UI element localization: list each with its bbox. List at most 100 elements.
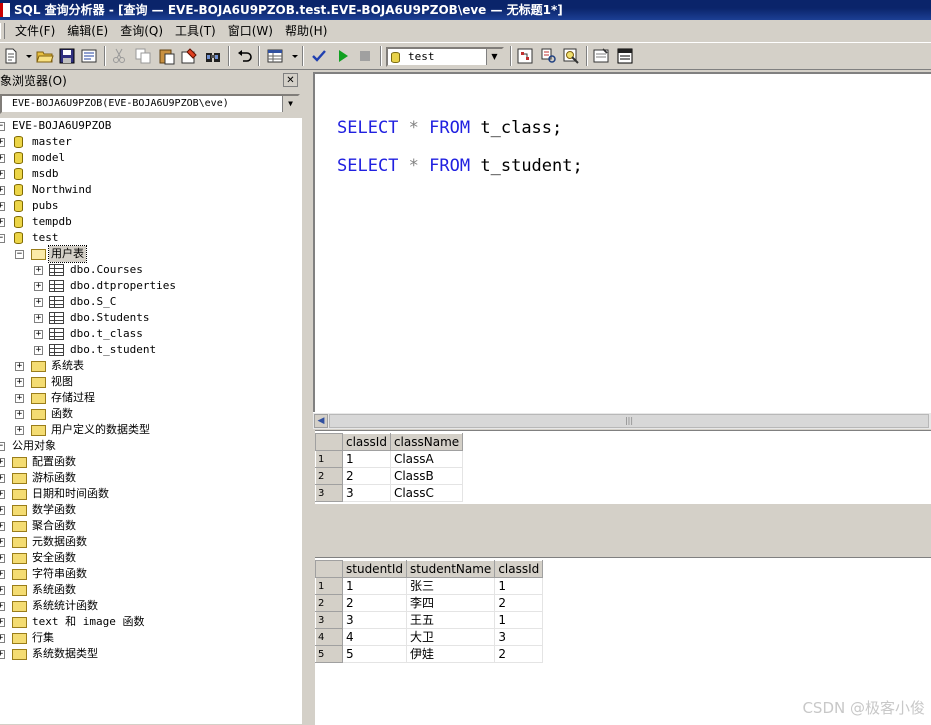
- tree-folder-item[interactable]: + 字符串函数: [0, 566, 300, 582]
- table-cell[interactable]: 2: [341, 594, 408, 612]
- table-row[interactable]: 1 1 张三 1: [315, 577, 544, 595]
- expand-icon[interactable]: +: [0, 458, 5, 467]
- menu-window[interactable]: 窗口(W): [222, 21, 279, 42]
- expand-icon[interactable]: +: [0, 634, 5, 643]
- expand-icon[interactable]: +: [15, 362, 24, 371]
- table-row[interactable]: 3 3 王五 1: [315, 611, 544, 629]
- table-cell[interactable]: 2: [342, 467, 391, 485]
- find-icon[interactable]: [204, 47, 222, 65]
- results-grid-1[interactable]: classId className 1 1 ClassA 2 2 ClassB …: [315, 430, 931, 505]
- tree-folder-item[interactable]: + 日期和时间函数: [0, 486, 300, 502]
- paste-icon[interactable]: [158, 47, 176, 65]
- table-cell[interactable]: 1: [341, 577, 408, 595]
- tree-folder-item[interactable]: + text 和 image 函数: [0, 614, 300, 630]
- table-cell[interactable]: 5: [341, 645, 408, 663]
- collapse-icon[interactable]: −: [0, 122, 5, 131]
- tree-table-item[interactable]: + dbo.dtproperties: [0, 278, 300, 294]
- sql-editor[interactable]: SELECT * FROM t_class; SELECT * FROM t_s…: [313, 72, 931, 412]
- scroll-left-icon[interactable]: ◀: [314, 414, 328, 428]
- collapse-icon[interactable]: −: [0, 234, 5, 243]
- expand-icon[interactable]: +: [0, 522, 5, 531]
- table-row[interactable]: 3 3 ClassC: [315, 484, 464, 502]
- expand-icon[interactable]: +: [0, 570, 5, 579]
- menu-tools[interactable]: 工具(T): [169, 21, 222, 42]
- expand-icon[interactable]: +: [0, 538, 5, 547]
- chevron-down-icon[interactable]: ▼: [486, 49, 502, 65]
- tree-folder-item[interactable]: + 安全函数: [0, 550, 300, 566]
- tree-folder-item[interactable]: + 数学函数: [0, 502, 300, 518]
- undo-icon[interactable]: [236, 47, 254, 65]
- tree-folder-item[interactable]: + 用户定义的数据类型: [0, 422, 300, 438]
- table-row[interactable]: 1 1 ClassA: [315, 450, 464, 468]
- results-dropdown-icon[interactable]: [286, 47, 298, 65]
- horizontal-scrollbar[interactable]: ◀ |||: [313, 412, 931, 429]
- tree-db-northwind[interactable]: + Northwind: [0, 182, 300, 198]
- cancel-icon[interactable]: [356, 47, 374, 65]
- table-cell[interactable]: 3: [341, 611, 408, 629]
- object-tree[interactable]: − EVE-BOJA6U9PZOB + master + model + msd…: [0, 118, 302, 724]
- table-cell[interactable]: 2: [494, 645, 544, 663]
- table-cell[interactable]: 3: [494, 628, 544, 646]
- database-select[interactable]: test ▼: [386, 47, 504, 67]
- expand-icon[interactable]: +: [0, 490, 5, 499]
- expand-icon[interactable]: +: [0, 138, 5, 147]
- table-cell[interactable]: 3: [342, 484, 391, 502]
- table-row[interactable]: 2 2 ClassB: [315, 467, 464, 485]
- copy-icon[interactable]: [134, 47, 152, 65]
- expand-icon[interactable]: +: [0, 202, 5, 211]
- table-cell[interactable]: 1: [342, 450, 391, 468]
- tree-folder-item[interactable]: + 系统数据类型: [0, 646, 300, 662]
- estimated-plan-icon[interactable]: [562, 47, 580, 65]
- tree-table-item[interactable]: + dbo.S_C: [0, 294, 300, 310]
- close-icon[interactable]: ✕: [283, 73, 298, 87]
- cut-icon[interactable]: [110, 47, 128, 65]
- expand-icon[interactable]: +: [15, 426, 24, 435]
- tree-folder-item[interactable]: + 游标函数: [0, 470, 300, 486]
- pane-splitter[interactable]: [302, 72, 312, 724]
- tree-table-item[interactable]: + dbo.t_class: [0, 326, 300, 342]
- table-cell[interactable]: 2: [494, 594, 544, 612]
- new-dropdown-icon[interactable]: [20, 47, 32, 65]
- tree-folder-item[interactable]: + 存储过程: [0, 390, 300, 406]
- tree-folder-item[interactable]: + 行集: [0, 630, 300, 646]
- scrollbar-thumb[interactable]: |||: [329, 414, 929, 428]
- table-cell[interactable]: 王五: [406, 611, 496, 629]
- tree-table-item[interactable]: + dbo.Courses: [0, 262, 300, 278]
- server-select[interactable]: EVE-BOJA6U9PZOB(EVE-BOJA6U9PZOB\eve) ▼: [0, 94, 300, 114]
- execute-icon[interactable]: [334, 47, 352, 65]
- menu-edit[interactable]: 编辑(E): [61, 21, 114, 42]
- table-row[interactable]: 5 5 伊娃 2: [315, 645, 544, 663]
- table-row[interactable]: 4 4 大卫 3: [315, 628, 544, 646]
- tree-folder-item[interactable]: + 系统函数: [0, 582, 300, 598]
- expand-icon[interactable]: +: [0, 186, 5, 195]
- expand-icon[interactable]: +: [0, 506, 5, 515]
- menu-query[interactable]: 查询(Q): [114, 21, 169, 42]
- object-search-icon[interactable]: [540, 47, 558, 65]
- expand-icon[interactable]: +: [0, 218, 5, 227]
- expand-icon[interactable]: +: [34, 266, 43, 275]
- expand-icon[interactable]: +: [0, 586, 5, 595]
- tree-folder-item[interactable]: + 元数据函数: [0, 534, 300, 550]
- new-query-icon[interactable]: [2, 47, 20, 65]
- collapse-icon[interactable]: −: [0, 442, 5, 451]
- tree-db-test[interactable]: − test: [0, 230, 300, 246]
- tree-db-model[interactable]: + model: [0, 150, 300, 166]
- expand-icon[interactable]: +: [34, 346, 43, 355]
- tree-db-pubs[interactable]: + pubs: [0, 198, 300, 214]
- expand-icon[interactable]: +: [34, 330, 43, 339]
- table-cell[interactable]: 4: [341, 628, 408, 646]
- column-header[interactable]: classId: [494, 560, 544, 578]
- expand-icon[interactable]: +: [0, 154, 5, 163]
- column-header[interactable]: className: [389, 433, 464, 451]
- tree-table-item[interactable]: + dbo.t_student: [0, 342, 300, 358]
- expand-icon[interactable]: +: [34, 314, 43, 323]
- table-cell[interactable]: 1: [494, 611, 544, 629]
- tree-db-tempdb[interactable]: + tempdb: [0, 214, 300, 230]
- expand-icon[interactable]: +: [0, 602, 5, 611]
- tree-folder-item[interactable]: + 聚合函数: [0, 518, 300, 534]
- table-cell[interactable]: 伊娃: [406, 645, 496, 663]
- open-icon[interactable]: [36, 47, 54, 65]
- tree-folder-item[interactable]: + 系统统计函数: [0, 598, 300, 614]
- tree-db-msdb[interactable]: + msdb: [0, 166, 300, 182]
- table-cell[interactable]: 大卫: [406, 628, 496, 646]
